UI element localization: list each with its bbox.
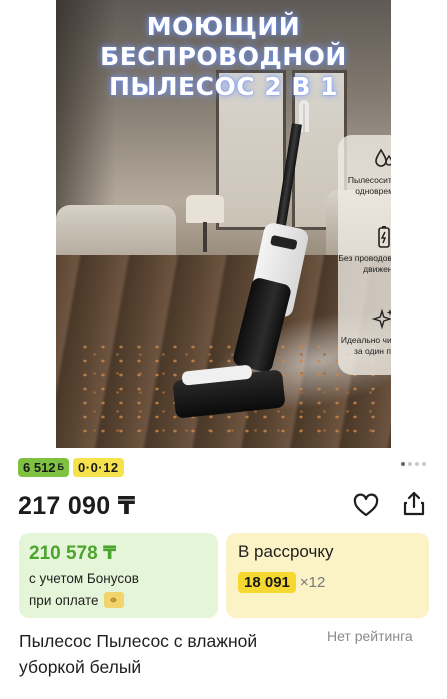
hero-title: МОЮЩИЙ БЕСПРОВОДНОЙ ПЫЛЕСОС 2 В 1 [56, 12, 391, 102]
pagination-dot-active[interactable] [401, 462, 405, 466]
pagination-dot[interactable] [422, 462, 426, 466]
installment-amount: 18 091 [238, 572, 296, 593]
hero-title-line: ПЫЛЕСОС 2 В 1 [108, 72, 339, 101]
feature-panel: Пылесосит и моет одновременно Без провод… [338, 135, 391, 375]
sparkles-icon [372, 308, 391, 330]
battery-icon [378, 226, 390, 248]
feature-text: Без проводов (свобода движений) [338, 253, 391, 274]
rating-label[interactable]: Нет рейтинга [327, 628, 413, 644]
pagination-dot[interactable] [408, 462, 412, 466]
feature-item: Идеально чистый пол за один проход [338, 307, 391, 356]
installment-row: 18 091 ×12 [238, 572, 417, 593]
gallery-pagination[interactable] [401, 462, 426, 466]
pagination-dot[interactable] [415, 462, 419, 466]
installment-multiplier: ×12 [299, 574, 326, 591]
bonus-price-caption: с учетом Бонусов [29, 571, 139, 586]
feature-text: Идеально чистый пол за один проход [340, 335, 391, 356]
bonus-badge: 6 512 Б [18, 458, 70, 477]
background-lamp [186, 195, 224, 223]
bonus-price-caption-2: при оплате ⦵ [29, 592, 208, 608]
background-lamp-stem [203, 222, 207, 252]
hero-title-line: МОЮЩИЙ [146, 12, 301, 41]
water-drops-icon [375, 148, 391, 167]
favorite-heart-icon[interactable] [352, 492, 380, 520]
bonus-price: 210 578 ₸ [29, 543, 117, 564]
hero-title-line: БЕСПРОВОДНОЙ [100, 42, 347, 71]
installment-title: В рассрочку [238, 542, 334, 561]
bonus-currency-icon: Б [57, 462, 65, 472]
product-price: 217 090 ₸ [18, 492, 136, 520]
bonus-payment-label: при оплате [29, 592, 99, 608]
feature-item: Без проводов (свобода движений) [338, 225, 391, 274]
feature-text: Пылесосит и моет одновременно [347, 175, 391, 196]
installment-badge: 0·0·12 [73, 458, 124, 477]
installment-card[interactable]: В рассрочку 18 091 ×12 [226, 533, 429, 618]
bonus-price-card[interactable]: 210 578 ₸ с учетом Бонусов при оплате ⦵ [19, 533, 218, 618]
bank-card-icon: ⦵ [103, 592, 124, 608]
badge-row: 6 512 Б 0·0·12 [18, 458, 124, 478]
share-icon[interactable] [400, 490, 428, 518]
product-image[interactable]: МОЮЩИЙ БЕСПРОВОДНОЙ ПЫЛЕСОС 2 В 1 Пылесо… [56, 0, 391, 448]
bonus-badge-value: 6 512 [23, 460, 56, 475]
feature-item: Пылесосит и моет одновременно [338, 147, 391, 196]
product-title: Пылесос Пылесос с влажной уборкой белый [19, 631, 258, 677]
